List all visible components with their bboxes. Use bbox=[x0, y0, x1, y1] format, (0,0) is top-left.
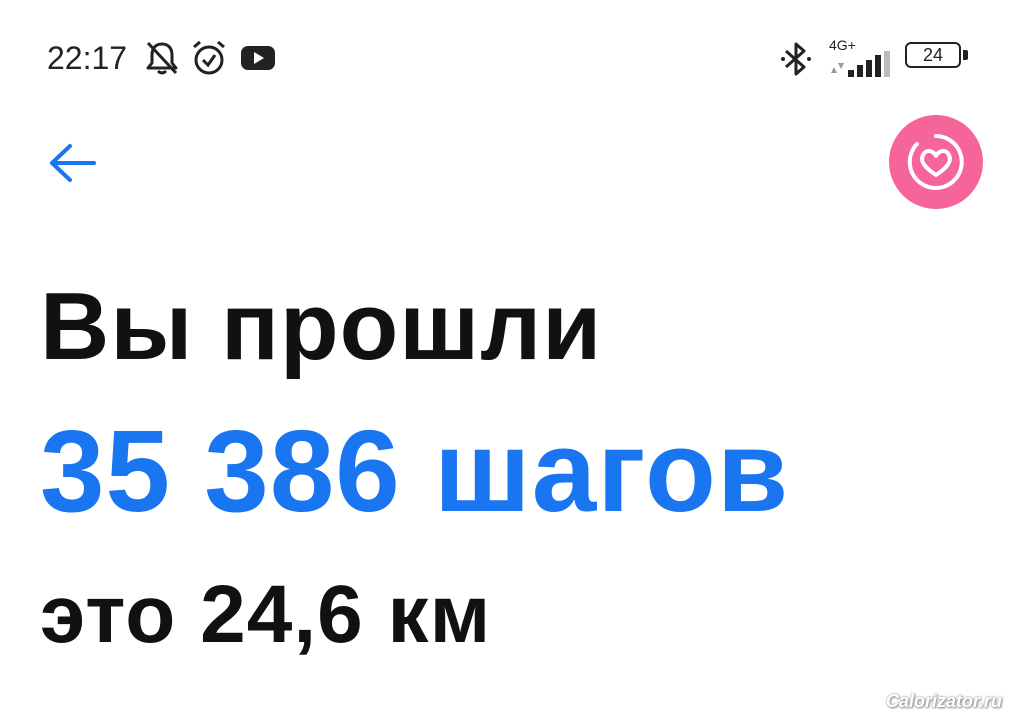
heart-ring-icon bbox=[907, 134, 964, 190]
cellular-signal: 4G+ bbox=[825, 37, 895, 77]
watermark: Calorizator.ru bbox=[885, 691, 1002, 711]
signal-icon bbox=[831, 51, 890, 77]
alarm-icon bbox=[193, 40, 225, 75]
status-time: 22:17 bbox=[47, 40, 128, 76]
steps-count: 35 386 шагов bbox=[40, 406, 790, 536]
bluetooth-icon bbox=[781, 42, 811, 76]
battery-level: 24 bbox=[922, 45, 944, 65]
battery-indicator: 24 bbox=[905, 42, 971, 72]
arrow-left-icon bbox=[50, 144, 96, 182]
youtube-icon bbox=[241, 46, 275, 70]
status-bar: 22:17 4G+ 24 bbox=[0, 0, 1024, 110]
steps-result-screen: 22:17 4G+ 24 Вы прошли 35 386 шагов это … bbox=[0, 0, 1024, 720]
distance-text: это 24,6 км bbox=[40, 569, 492, 660]
notifications-muted-icon bbox=[146, 41, 178, 75]
health-button[interactable] bbox=[889, 115, 983, 209]
headline-you-walked: Вы прошли bbox=[40, 273, 603, 380]
battery-cap bbox=[963, 50, 968, 60]
back-button[interactable] bbox=[40, 135, 104, 191]
